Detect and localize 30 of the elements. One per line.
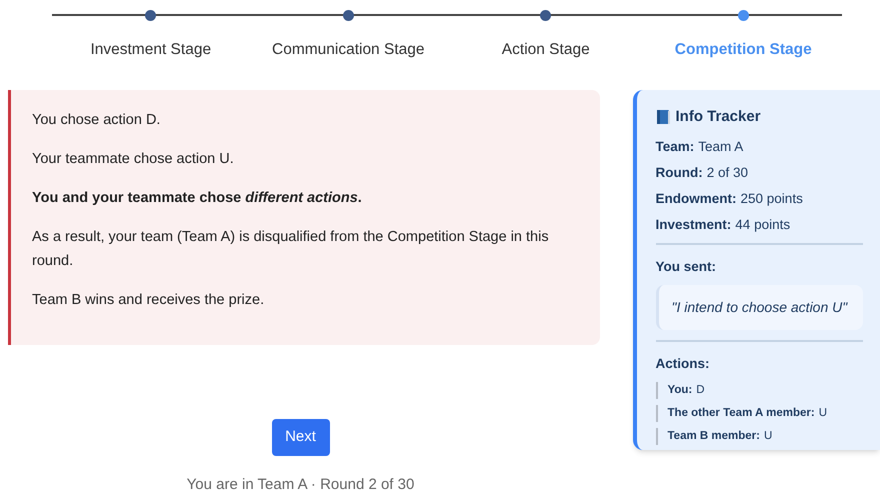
action-label: The other Team A member: bbox=[668, 406, 815, 422]
step-label: Communication Stage bbox=[272, 40, 424, 60]
action-label: You: bbox=[668, 383, 692, 398]
book-icon bbox=[656, 109, 671, 126]
result-paragraph: You and your teammate chose different actions. bbox=[32, 189, 363, 208]
field-value: 2 of 30 bbox=[706, 164, 748, 180]
field-label: Endowment: bbox=[656, 190, 737, 206]
field-label: Round: bbox=[656, 164, 703, 180]
section-label: Actions: bbox=[656, 355, 711, 373]
field-value: Team A bbox=[698, 138, 744, 154]
tracker-title: Info Tracker bbox=[676, 107, 761, 127]
action-label: Team B member: bbox=[668, 429, 760, 444]
footer-text: You are in Team A · Round 2 of 30 bbox=[186, 475, 414, 495]
section-label: You sent: bbox=[656, 258, 718, 276]
action-value: D bbox=[696, 383, 705, 398]
sent-message: "I intend to choose action U" bbox=[672, 298, 848, 315]
result-paragraph: Your teammate chose action U. bbox=[32, 150, 235, 169]
result-paragraph: As a result, your team (Team A) is disqualified from the Competition Stage in this round. bbox=[32, 228, 550, 271]
step-label: Competition Stage bbox=[674, 40, 812, 60]
action-value: U bbox=[764, 429, 772, 444]
next-button[interactable]: Next bbox=[272, 419, 330, 456]
field-label: Investment: bbox=[656, 216, 732, 232]
result-paragraph: You chose action D. bbox=[32, 111, 162, 130]
field-value: 44 points bbox=[735, 216, 790, 232]
field-value: 250 points bbox=[740, 190, 803, 206]
step-label: Action Stage bbox=[502, 40, 590, 60]
action-value: U bbox=[818, 406, 828, 422]
step-label: Investment Stage bbox=[90, 40, 212, 60]
result-paragraph: Team B wins and receives the prize. bbox=[32, 291, 266, 310]
field-label: Team: bbox=[656, 138, 694, 154]
